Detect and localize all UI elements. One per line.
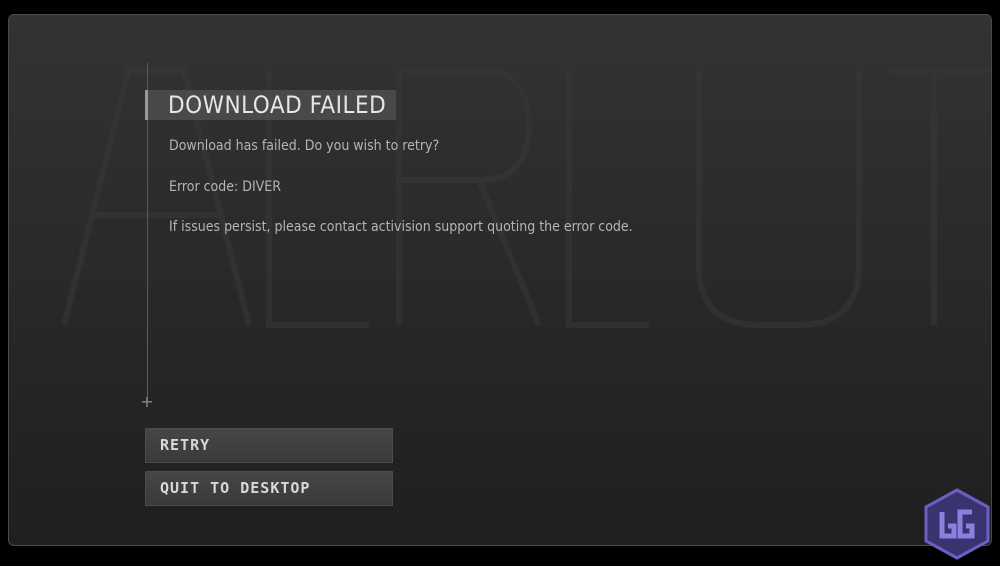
site-logo-icon	[924, 488, 990, 560]
failure-message: Download has failed. Do you wish to retr…	[169, 138, 440, 154]
error-code-text: Error code: DIVER	[169, 179, 281, 195]
dialog-title: DOWNLOAD FAILED	[168, 91, 387, 119]
retry-button[interactable]: RETRY	[145, 428, 393, 463]
dialog-title-box: DOWNLOAD FAILED	[145, 90, 397, 120]
quit-to-desktop-button[interactable]: QUIT TO DESKTOP	[145, 471, 393, 506]
support-message: If issues persist, please contact activi…	[169, 219, 633, 235]
dialog-frame: + DOWNLOAD FAILED Download has failed. D…	[8, 14, 992, 546]
plus-marker-icon: +	[140, 392, 154, 411]
